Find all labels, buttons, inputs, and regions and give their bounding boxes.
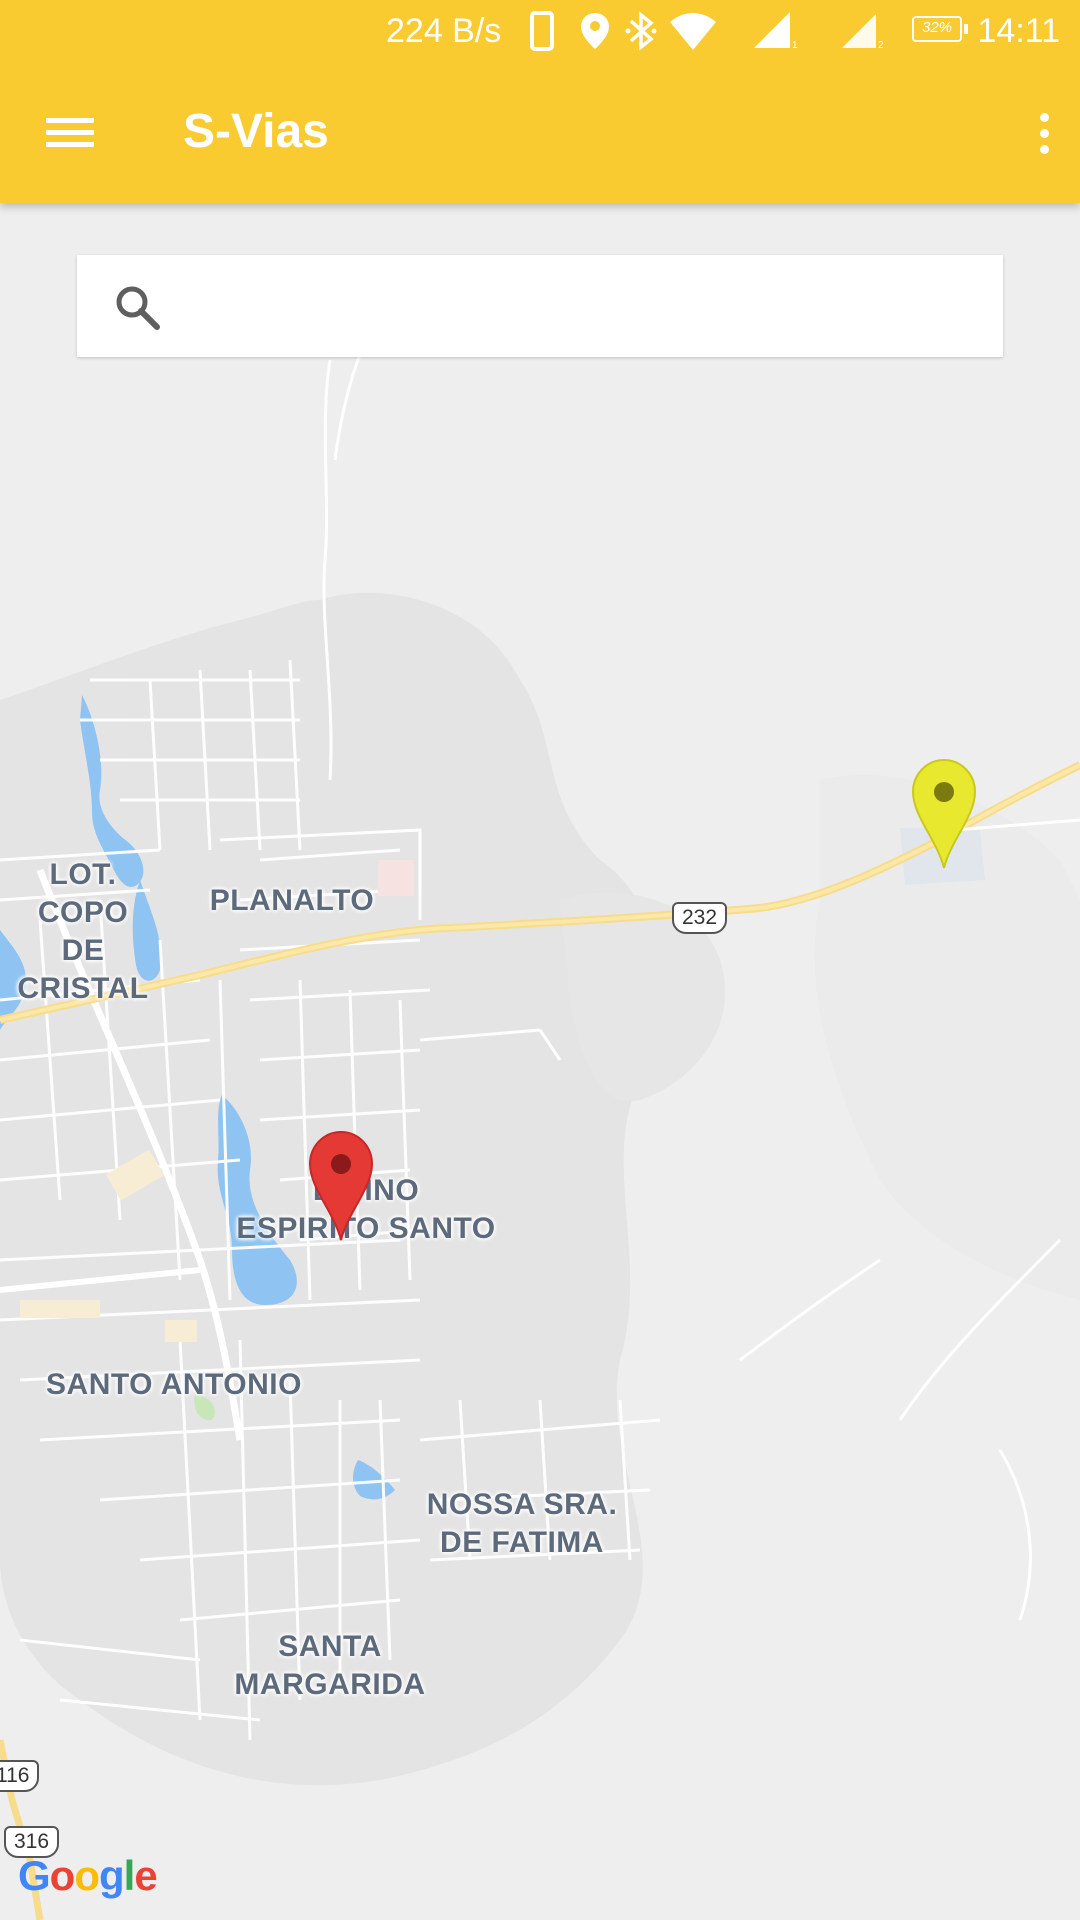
more-vert-icon[interactable]	[1014, 98, 1074, 168]
search-icon[interactable]	[113, 283, 161, 331]
app-screen: LOT. COPO DE CRISTAL PLANALTO DIVINO ESP…	[0, 0, 1080, 1920]
map-label-planalto: PLANALTO	[209, 884, 375, 917]
map-label-lot-copo-de-cristal: LOT. COPO DE CRISTAL	[17, 858, 149, 1005]
network-speed: 224 B/s	[386, 12, 502, 50]
search-bar[interactable]	[77, 255, 1003, 357]
app-toolbar: S-Vias	[0, 62, 1080, 203]
status-bar: 224 B/s 1 2 32% 14:11	[0, 0, 1080, 62]
destination-marker[interactable]	[909, 758, 979, 870]
map-label-santo-antonio: SANTO ANTONIO	[46, 1368, 302, 1401]
road-shield-116: 116	[0, 1760, 40, 1792]
phone-icon	[530, 11, 554, 51]
search-input[interactable]	[197, 273, 981, 341]
road-shield-232: 232	[672, 902, 728, 934]
map-label-santa-margarida: SANTA MARGARIDA	[234, 1630, 426, 1701]
signal-sim2-icon: 2	[842, 14, 884, 50]
battery-icon: 32%	[912, 16, 968, 42]
bluetooth-icon	[625, 11, 657, 51]
wifi-icon	[670, 13, 716, 50]
svg-text:2: 2	[878, 40, 884, 50]
current-location-marker[interactable]	[306, 1130, 376, 1242]
google-attribution-logo: Google	[18, 1852, 158, 1899]
status-clock: 14:11	[977, 12, 1060, 50]
app-title: S-Vias	[183, 105, 329, 158]
hamburger-menu-icon[interactable]	[30, 100, 110, 164]
signal-sim1-icon: 1	[754, 12, 798, 50]
svg-text:1: 1	[792, 40, 798, 50]
map-label-nossa-sra-de-fatima: NOSSA SRA. DE FATIMA	[426, 1488, 618, 1559]
location-icon	[581, 13, 609, 49]
